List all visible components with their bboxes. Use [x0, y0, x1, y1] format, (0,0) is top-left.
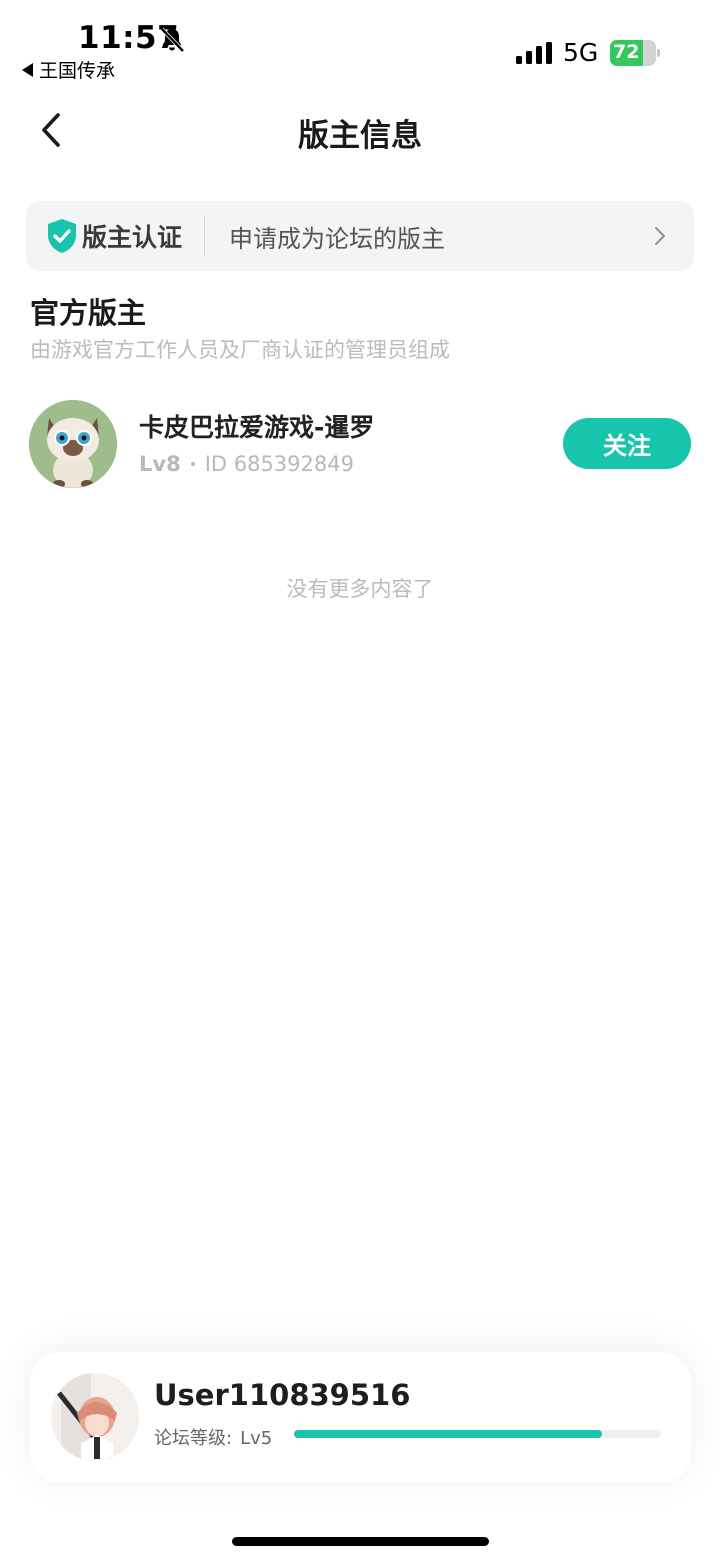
- moderator-name: 卡皮巴拉爱游戏-暹罗: [139, 413, 375, 442]
- level-progress-fill: [294, 1430, 603, 1438]
- cat-avatar-image: [29, 400, 117, 488]
- moderator-avatar[interactable]: [29, 400, 117, 488]
- cert-description: 申请成为论坛的版主: [229, 224, 446, 253]
- status-bar: 11:57 王国传承 5G 72: [0, 0, 720, 90]
- battery-level: 72: [613, 41, 640, 63]
- moderator-id: ID 685392849: [204, 452, 354, 476]
- follow-button[interactable]: 关注: [563, 418, 691, 469]
- section-title: 官方版主: [30, 296, 147, 330]
- page-title: 版主信息: [298, 118, 422, 154]
- chevron-right-icon: [655, 227, 665, 245]
- moderator-apply-banner[interactable]: 版主认证 申请成为论坛的版主: [26, 201, 694, 271]
- forum-level-value: Lv5: [240, 1428, 273, 1449]
- home-indicator[interactable]: [232, 1537, 489, 1546]
- back-triangle-icon: [22, 62, 33, 77]
- cert-label: 版主认证: [82, 223, 183, 252]
- level-progress-bar: [294, 1430, 661, 1438]
- back-to-app-link[interactable]: 王国传承: [22, 56, 115, 83]
- user-level-text: 论坛等级: Lv5: [154, 1424, 272, 1450]
- moderator-list-item[interactable]: 卡皮巴拉爱游戏-暹罗 Lv8 ID 685392849 关注: [0, 398, 720, 490]
- separator-dot: [190, 462, 195, 466]
- anime-avatar-image: [51, 1373, 139, 1461]
- user-avatar[interactable]: [51, 1373, 139, 1461]
- section-subtitle: 由游戏官方工作人员及厂商认证的管理员组成: [30, 338, 450, 362]
- forum-level-label: 论坛等级:: [154, 1428, 233, 1449]
- cellular-signal-icon: [516, 42, 552, 64]
- moderator-meta: Lv8 ID 685392849: [139, 452, 354, 476]
- current-user-card[interactable]: User110839516 论坛等级: Lv5: [30, 1352, 691, 1483]
- user-name: User110839516: [154, 1378, 411, 1412]
- bell-muted-icon: [160, 27, 185, 53]
- network-type: 5G: [563, 38, 599, 67]
- list-end-text: 没有更多内容了: [286, 577, 434, 601]
- back-app-label: 王国传承: [39, 60, 116, 82]
- banner-divider: [204, 216, 206, 256]
- shield-check-icon: [48, 219, 76, 253]
- moderator-level: Lv8: [139, 452, 181, 476]
- battery-icon: 72: [610, 40, 660, 66]
